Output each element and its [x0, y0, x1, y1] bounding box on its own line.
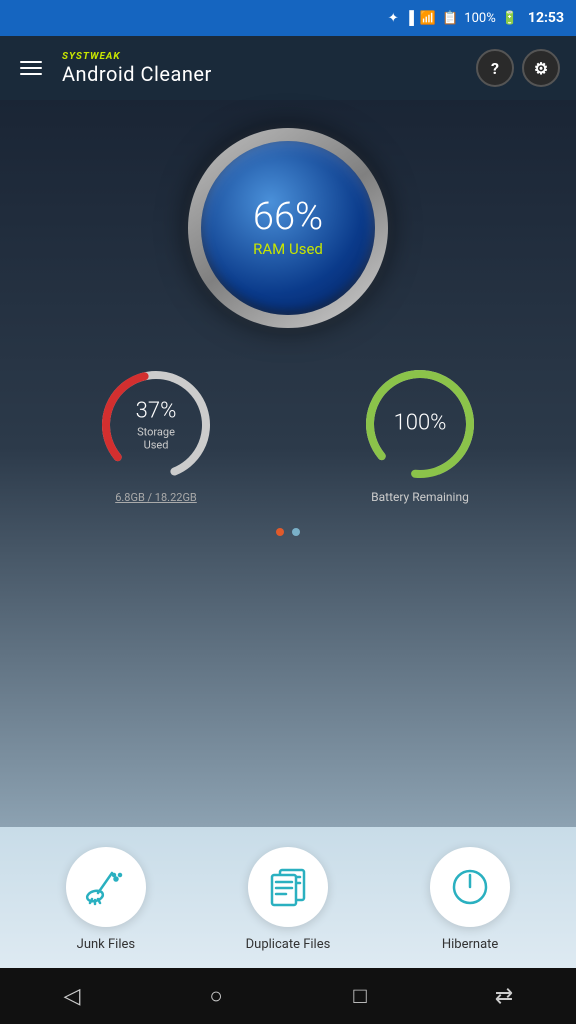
- battery-text: 100%: [394, 411, 447, 438]
- sim-icon: 📋: [442, 11, 458, 26]
- broom-icon: [84, 865, 128, 909]
- storage-percentage: 37%: [126, 398, 186, 423]
- ram-circle-inner: 66% RAM Used: [201, 141, 375, 315]
- main-content: 66% RAM Used 37% Storage Used 6.8GB / 1: [0, 100, 576, 968]
- junk-files-circle: [66, 847, 146, 927]
- nav-bar: ◁ ○ □ ⇄: [0, 968, 576, 1024]
- junk-files-label: Junk Files: [77, 937, 135, 952]
- battery-circular: 100%: [360, 364, 480, 484]
- bottom-actions: Junk Files: [0, 827, 576, 968]
- dot-0[interactable]: [276, 528, 284, 536]
- duplicate-files-label: Duplicate Files: [246, 937, 331, 952]
- battery-percentage: 100%: [394, 411, 447, 436]
- ram-gauge[interactable]: 66% RAM Used: [188, 128, 388, 328]
- storage-label: Storage Used: [126, 425, 186, 451]
- battery-icon: 🔋: [502, 11, 518, 26]
- duplicate-files-action[interactable]: Duplicate Files: [246, 847, 331, 952]
- storage-text: 37% Storage Used: [126, 398, 186, 451]
- power-icon: [448, 865, 492, 909]
- junk-files-action[interactable]: Junk Files: [66, 847, 146, 952]
- status-bar: ✦ ▐ 📶 📋 100% 🔋 12:53: [0, 0, 576, 36]
- storage-circular: 37% Storage Used: [96, 365, 216, 485]
- page-dots: [276, 528, 300, 536]
- storage-gauge: 37% Storage Used 6.8GB / 18.22GB: [96, 365, 216, 504]
- app-bar-actions: ? ⚙: [476, 49, 560, 87]
- cast-button[interactable]: ⇄: [480, 972, 528, 1020]
- brand-sys: SYS: [62, 51, 83, 62]
- bluetooth-icon: ✦: [388, 11, 399, 26]
- home-button[interactable]: ○: [192, 972, 240, 1020]
- action-buttons-row: Junk Files: [0, 847, 576, 952]
- signal-icon: ▐: [405, 10, 414, 26]
- ram-label: RAM Used: [253, 240, 323, 258]
- files-icon: [263, 865, 313, 909]
- wifi-icon: 📶: [420, 11, 436, 26]
- battery-gauge: 100% Battery Remaining: [360, 364, 480, 504]
- battery-status: 100%: [464, 11, 495, 26]
- brand-tweak: TWEAK: [83, 51, 121, 62]
- app-title: Android Cleaner: [62, 62, 460, 86]
- app-bar: SYSTWEAK Android Cleaner ? ⚙: [0, 36, 576, 100]
- recents-button[interactable]: □: [336, 972, 384, 1020]
- gauges-row: 37% Storage Used 6.8GB / 18.22GB 100%: [0, 364, 576, 504]
- duplicate-files-circle: [248, 847, 328, 927]
- dot-1[interactable]: [292, 528, 300, 536]
- hibernate-label: Hibernate: [442, 937, 498, 952]
- menu-button[interactable]: [16, 57, 46, 79]
- settings-button[interactable]: ⚙: [522, 49, 560, 87]
- help-button[interactable]: ?: [476, 49, 514, 87]
- clock: 12:53: [528, 10, 564, 26]
- hibernate-action[interactable]: Hibernate: [430, 847, 510, 952]
- hibernate-circle: [430, 847, 510, 927]
- back-button[interactable]: ◁: [48, 972, 96, 1020]
- app-brand: SYSTWEAK: [62, 51, 460, 62]
- ram-percentage: 66%: [253, 198, 323, 236]
- app-title-container: SYSTWEAK Android Cleaner: [62, 51, 460, 86]
- ram-circle-outer: 66% RAM Used: [188, 128, 388, 328]
